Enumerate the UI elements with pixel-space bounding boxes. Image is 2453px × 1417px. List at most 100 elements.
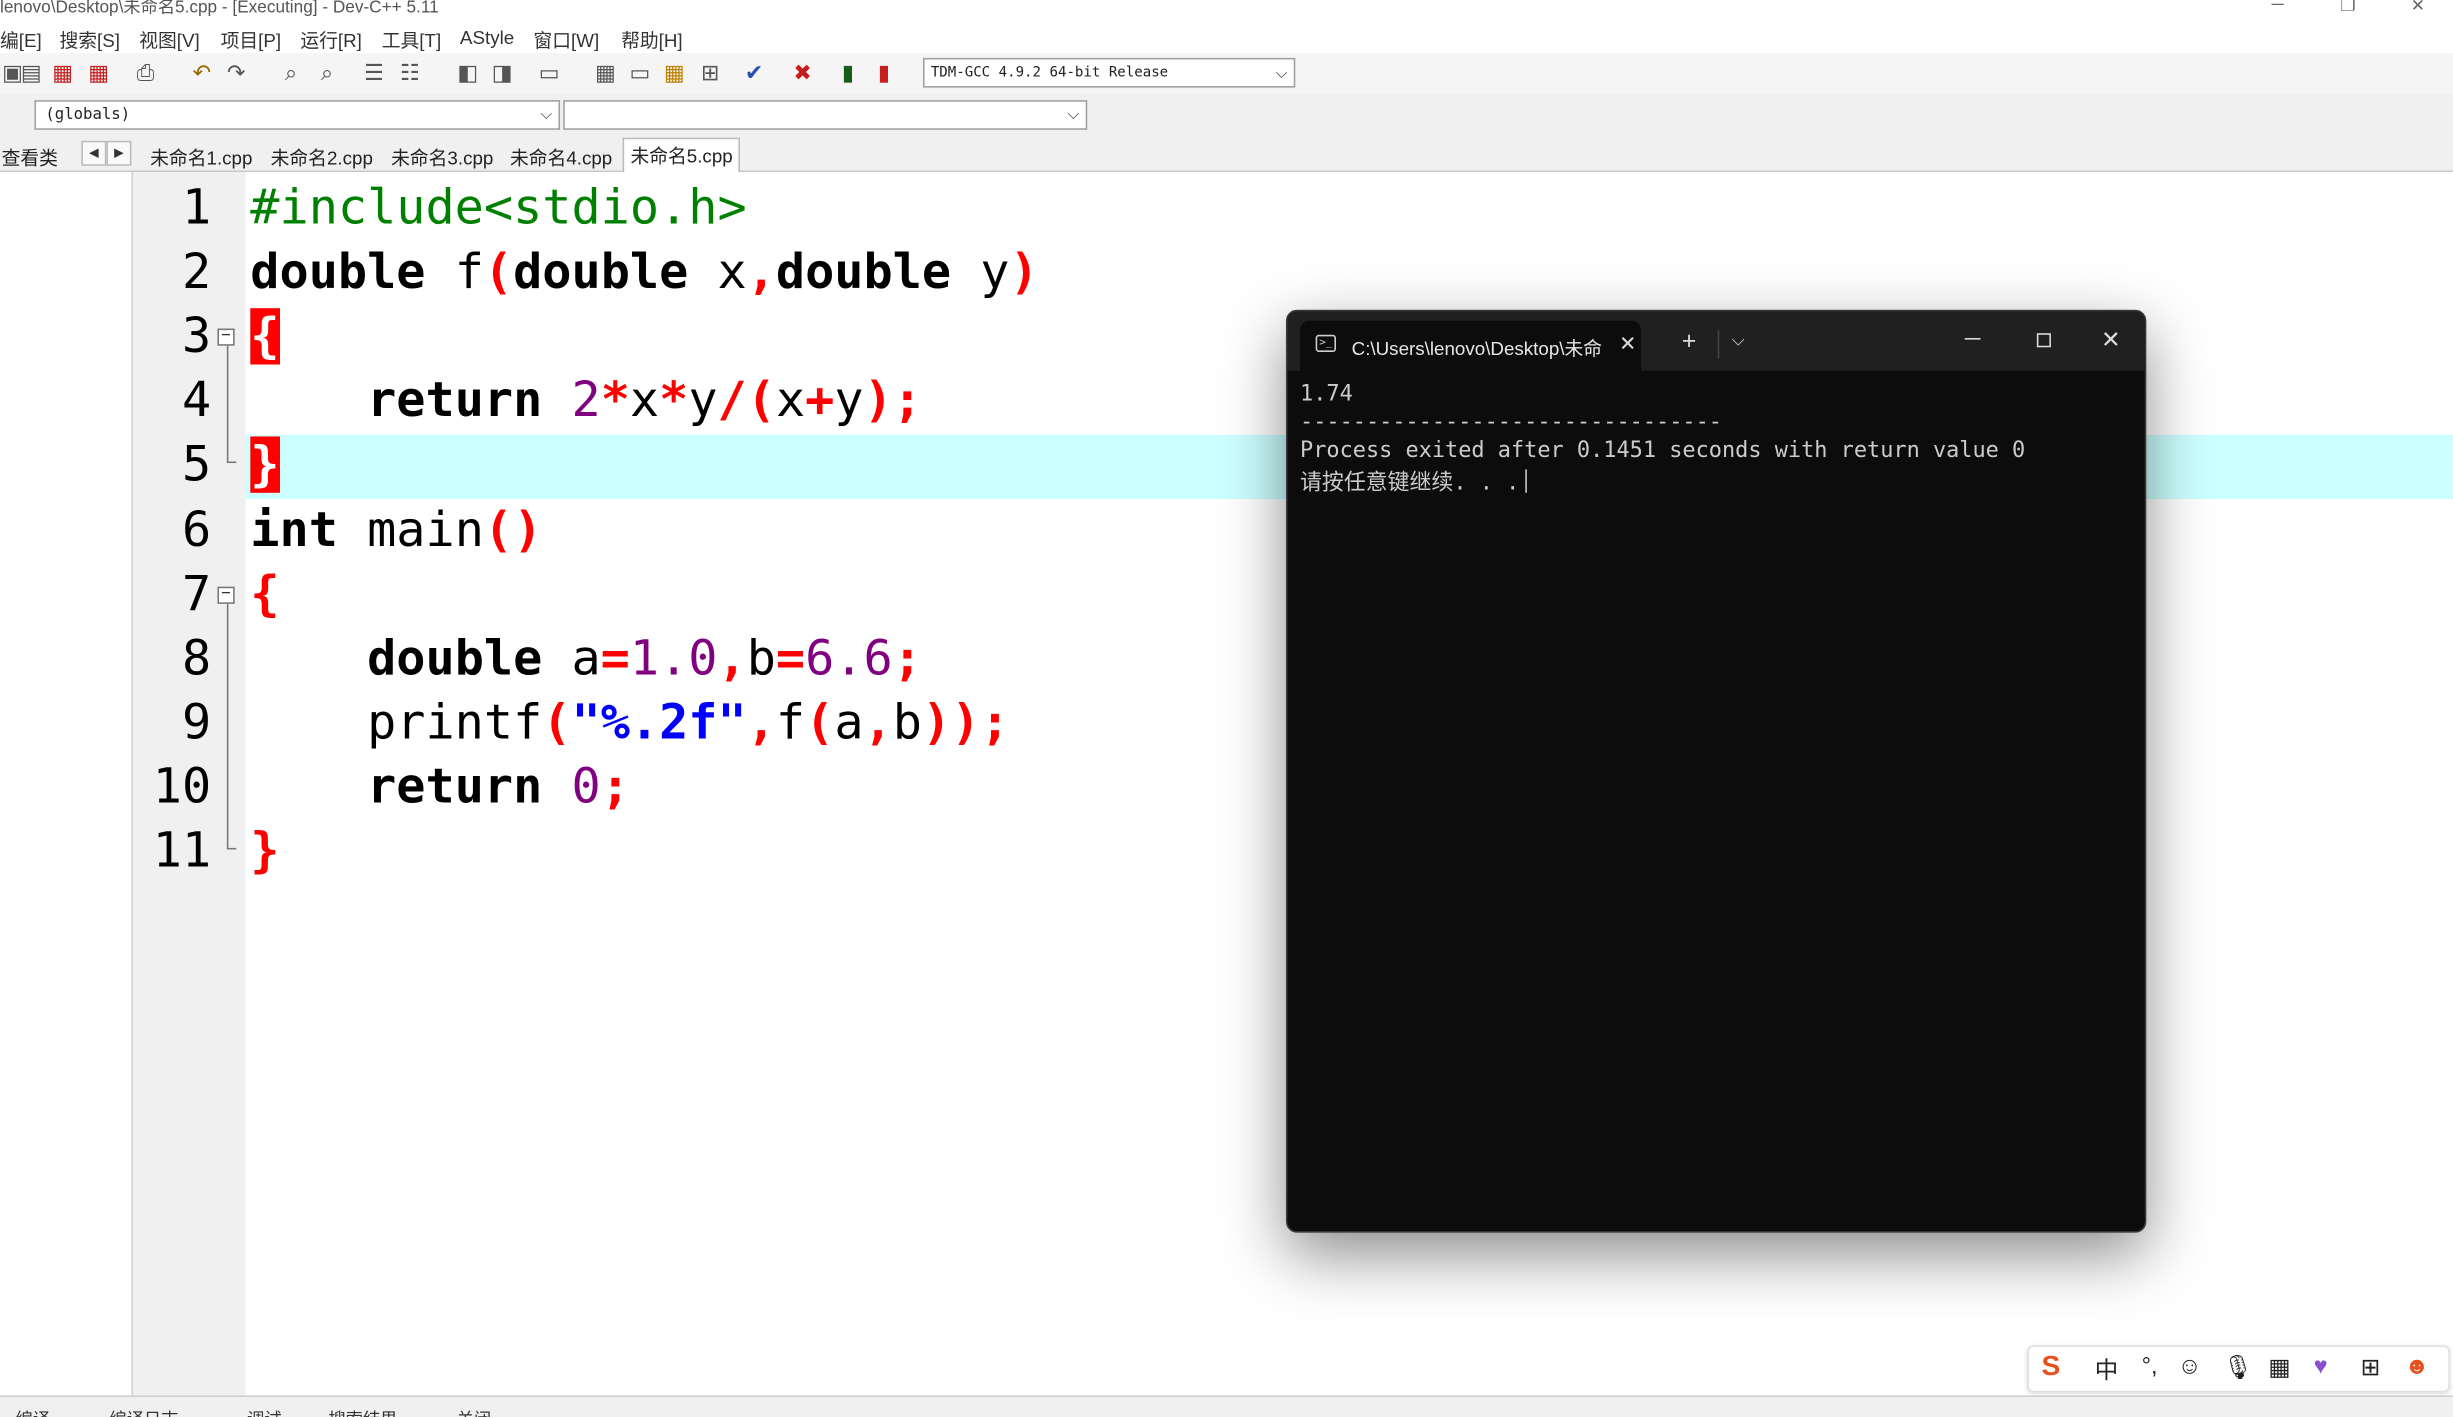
line-number: 5 (181, 436, 212, 493)
menu-view[interactable]: 视图[V] (139, 27, 200, 54)
mascot-icon[interactable]: ☻ (2404, 1353, 2429, 1380)
ime-mode-toggle[interactable]: 中 (2095, 1353, 2118, 1386)
menu-project[interactable]: 项目[P] (221, 27, 282, 54)
line-number: 3 (181, 308, 212, 365)
code-line-11: } (250, 822, 280, 880)
tab-file-3[interactable]: 未命名3.cpp (391, 144, 493, 171)
menu-tools[interactable]: 工具[T] (382, 27, 441, 54)
tab-search-results[interactable]: 搜索结果 (329, 1406, 398, 1417)
sogou-logo-icon[interactable]: S (2042, 1350, 2061, 1383)
line-number: 6 (181, 502, 212, 559)
stop-execution-icon[interactable]: ✖ (790, 59, 815, 84)
title-bar: lenovo\Desktop\未命名5.cpp - [Executing] - … (0, 0, 2453, 21)
close-all-icon[interactable]: ▦ (50, 59, 75, 84)
toolbox-icon[interactable]: ⊞ (2361, 1353, 2381, 1382)
line-number: 4 (181, 372, 212, 429)
terminal-window[interactable]: >_ C:\Users\lenovo\Desktop\未命 ✕ + ⌵ ─ ✕ … (1285, 309, 2147, 1233)
replace-icon[interactable]: ⌕ (314, 59, 339, 84)
redo-icon[interactable]: ↷ (224, 59, 249, 84)
menu-run[interactable]: 运行[R] (300, 27, 362, 54)
code-line-4: return 2*x*y/(x+y); (367, 372, 922, 429)
undo-icon[interactable]: ↶ (189, 59, 214, 84)
terminal-prompt-line: 请按任意键继续. . . (1300, 466, 1528, 497)
fold-toggle-icon[interactable]: − (217, 586, 235, 604)
menu-window[interactable]: 窗口[W] (533, 27, 599, 54)
code-line-10: return 0; (367, 758, 630, 816)
devcpp-window: lenovo\Desktop\未命名5.cpp - [Executing] - … (0, 0, 2453, 1417)
class-browser-icon[interactable]: ⊞ (698, 59, 723, 84)
tab-compiler[interactable]: 编译 (16, 1406, 50, 1417)
code-line-3: { (250, 308, 280, 365)
terminal-tab[interactable]: >_ C:\Users\lenovo\Desktop\未命 ✕ (1300, 320, 1642, 371)
punctuation-icon[interactable]: °, (2142, 1353, 2158, 1380)
menu-astyle[interactable]: AStyle (460, 27, 514, 49)
unindent-icon[interactable]: ◨ (490, 59, 515, 84)
terminal-output-line: -------------------------------- (1300, 409, 1722, 435)
tab-file-4[interactable]: 未命名4.cpp (510, 144, 612, 171)
minimize-icon[interactable]: ─ (2272, 0, 2284, 14)
menu-edit[interactable]: 编[E] (0, 27, 42, 54)
terminal-tab-title: C:\Users\lenovo\Desktop\未命 (1351, 337, 1602, 360)
menu-search[interactable]: 搜索[S] (59, 27, 120, 54)
chevron-down-icon[interactable]: ⌵ (1732, 332, 1745, 352)
tab-file-5-active[interactable]: 未命名5.cpp (622, 137, 741, 177)
scope-globals-value: (globals) (45, 106, 131, 124)
find-icon[interactable]: ⌕ (278, 59, 303, 84)
fold-guide-end (226, 847, 237, 850)
tab-compile-log[interactable]: 编译日志 (110, 1406, 179, 1417)
maximize-icon[interactable] (2036, 333, 2051, 348)
code-line-8: double a=1.0,b=6.6; (367, 630, 922, 687)
divider (1717, 330, 1720, 359)
scope-globals-select[interactable]: (globals) ⌵ (34, 100, 561, 130)
restore-icon[interactable]: ❐ (2340, 0, 2355, 16)
delete-profile-icon[interactable]: ▮ (871, 59, 896, 84)
comment-icon[interactable]: ▭ (537, 59, 562, 84)
syntax-check-icon[interactable]: ✔ (742, 59, 767, 84)
line-number: 2 (181, 244, 212, 301)
indent-icon[interactable]: ◧ (455, 59, 480, 84)
goto-line-icon[interactable]: ☰ (361, 59, 386, 84)
scope-member-select[interactable]: ⌵ (563, 100, 1088, 130)
line-number: 1 (181, 179, 212, 237)
tab-file-2[interactable]: 未命名2.cpp (271, 144, 373, 171)
tab-scroll-right-icon[interactable]: ▶ (106, 140, 132, 166)
fold-guide (226, 345, 229, 462)
side-tab-classes[interactable]: 查看类 (2, 144, 58, 171)
tab-scroll-left-icon[interactable]: ◀ (81, 140, 107, 166)
bottom-panel-tabs: 编译 编译日志 调试 搜索结果 关闭 (0, 1395, 2453, 1417)
emoji-icon[interactable]: ☺ (2178, 1353, 2202, 1380)
microphone-icon[interactable]: 🎙 (2223, 1353, 2253, 1382)
close-file-icon[interactable]: ▤ (19, 59, 44, 84)
new-project-icon[interactable]: ▦ (593, 59, 618, 84)
close-tab-icon[interactable]: ✕ (1619, 332, 1636, 357)
tab-close[interactable]: 关闭 (457, 1406, 491, 1417)
close-icon[interactable]: ✕ (2411, 0, 2425, 16)
profile-icon[interactable]: ▮ (835, 59, 860, 84)
menu-help[interactable]: 帮助[H] (621, 27, 683, 54)
fold-toggle-icon[interactable]: − (217, 328, 235, 346)
tab-file-1[interactable]: 未命名1.cpp (150, 144, 252, 171)
tab-debug[interactable]: 调试 (247, 1406, 281, 1417)
fold-guide (226, 603, 229, 848)
open-project-icon[interactable]: ▭ (627, 59, 652, 84)
code-line-7: { (250, 566, 280, 623)
menu-bar: 编[E] 搜索[S] 视图[V] 项目[P] 运行[R] 工具[T] AStyl… (0, 20, 2453, 54)
project-options-icon[interactable]: ▦ (662, 59, 687, 84)
code-line-9: printf("%.2f",f(a,b)); (250, 694, 1010, 751)
print-icon[interactable]: ⎙ (133, 59, 158, 84)
window-title: lenovo\Desktop\未命名5.cpp - [Executing] - … (0, 0, 439, 18)
class-browser-panel[interactable] (0, 172, 133, 1396)
close-project-icon[interactable]: ▦ (86, 59, 111, 84)
new-tab-icon[interactable]: + (1682, 329, 1697, 357)
keyboard-icon[interactable]: ▦ (2268, 1353, 2290, 1382)
close-icon[interactable]: ✕ (2101, 325, 2121, 354)
compiler-select[interactable]: TDM-GCC 4.9.2 64-bit Release ⌵ (922, 57, 1296, 88)
toggle-bookmark-icon[interactable]: ☷ (397, 59, 422, 84)
terminal-titlebar: >_ C:\Users\lenovo\Desktop\未命 ✕ + ⌵ ─ ✕ (1287, 311, 2145, 371)
skin-icon[interactable]: ♥ (2314, 1353, 2328, 1380)
code-line-5: } (250, 436, 280, 493)
line-number: 10 (152, 758, 212, 816)
terminal-output-line: Process exited after 0.1451 seconds with… (1300, 438, 2026, 464)
minimize-icon[interactable]: ─ (1965, 325, 1981, 350)
line-number: 9 (181, 694, 212, 751)
